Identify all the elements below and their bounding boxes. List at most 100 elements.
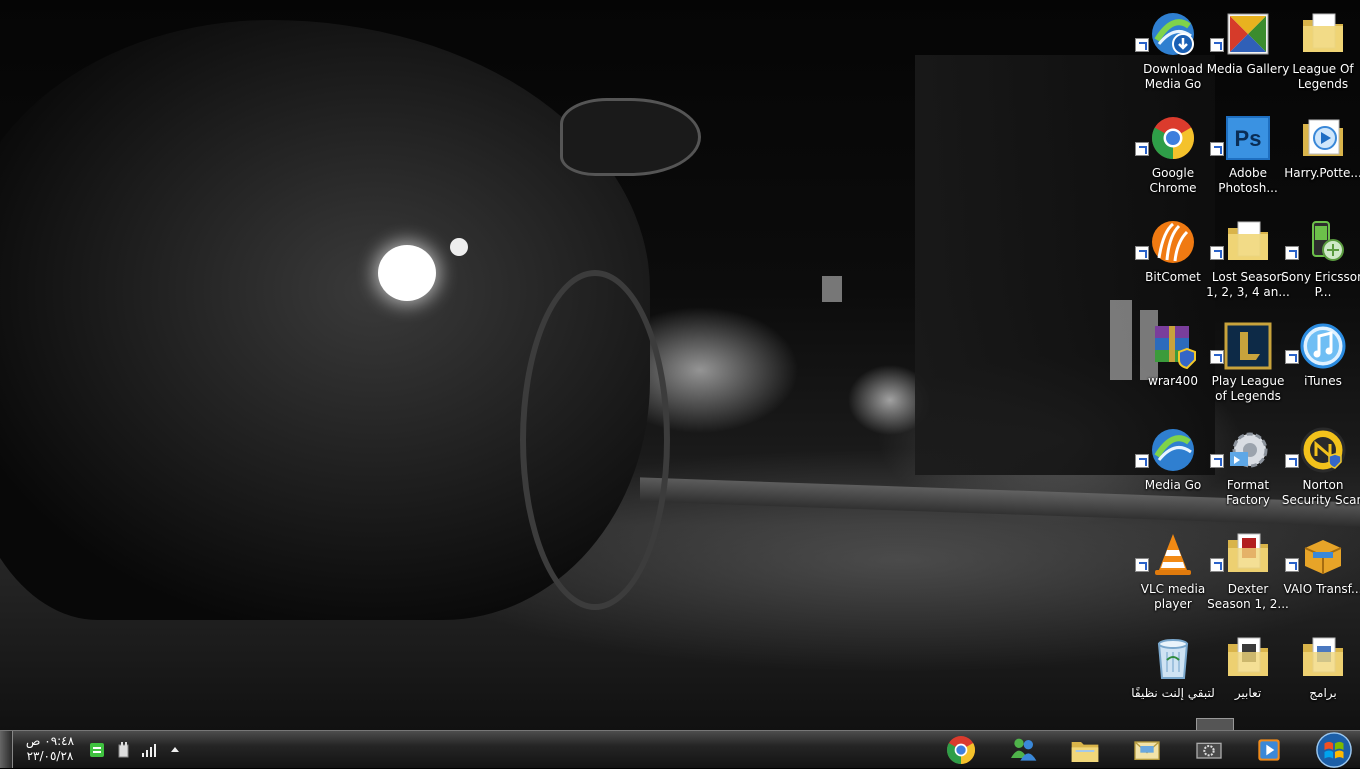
desktop-icon-label: VAIO Transf... [1283,582,1360,596]
messenger-taskbar-button[interactable] [995,731,1051,768]
desktop-icon-google-chrome[interactable]: Google Chrome [1135,110,1211,210]
desktop-icon-label: wrar400 [1148,374,1198,388]
shortcut-arrow-icon [1135,558,1149,572]
mail-taskbar-button[interactable] [1119,731,1175,768]
desktop-icon-label: Adobe Photosh... [1218,166,1278,195]
windows-start-orb-icon [1316,732,1352,768]
chrome-icon [946,735,976,764]
desktop-icon-label: Dexter Season 1, 2... [1207,582,1289,611]
desktop-icon-label: Media Gallery [1206,62,1290,76]
desktop-icon-recycle-bin[interactable]: لتبقي إلنت نظيفًا [1131,630,1215,730]
desktop-icon-play-league-of-legends[interactable]: Play League of Legends [1210,318,1286,418]
bitcomet-icon [1149,218,1197,266]
sony-ericsson-pc-suite-icon [1299,218,1347,266]
shortcut-arrow-icon [1210,350,1224,364]
system-tray [88,739,184,761]
shortcut-arrow-icon [1285,246,1299,260]
show-desktop-button[interactable] [0,731,13,768]
desktop-icon-label: برامج [1309,686,1337,700]
network-signal-icon[interactable] [140,741,158,759]
shortcut-arrow-icon [1135,246,1149,260]
windows-live-messenger-icon [1011,738,1037,761]
wallpaper-window [1110,300,1132,380]
media-player-taskbar-button[interactable] [1241,731,1297,768]
desktop-icon-harry-potter[interactable]: Harry.Potte... [1284,110,1360,210]
media-go-download-icon [1149,10,1197,58]
desktop-icon-folder-arabic-2[interactable]: برامج [1285,630,1360,730]
power-plug-icon[interactable] [114,741,132,759]
svg-text:Ps: Ps [1235,126,1262,151]
folder-icon [1224,530,1272,578]
desktop-icon-label: Play League of Legends [1211,374,1285,403]
wallpaper-car-headlight-small [450,238,468,256]
device-settings-icon [1196,742,1222,759]
desktop-icon-label: BitComet [1145,270,1201,284]
media-player-icon [1258,738,1280,761]
desktop-icon-label: Norton Security Scan [1281,478,1360,507]
shortcut-arrow-icon [1210,454,1224,468]
clock-time: ٠٩:٤٨ ص [25,734,75,748]
itunes-icon [1299,322,1347,370]
folder-icon [1224,218,1272,266]
desktop-icon-wrar400[interactable]: wrar400 [1135,318,1211,418]
desktop-icon-media-go[interactable]: Media Go [1135,422,1211,522]
chrome-taskbar-button[interactable] [933,731,989,768]
vlc-icon [1149,530,1197,578]
shortcut-arrow-icon [1135,142,1149,156]
folder-icon [1299,634,1347,682]
desktop-icon-label: League Of Legends [1292,62,1354,91]
chevron-up-icon[interactable] [166,741,184,759]
desktop-icon-dexter-season[interactable]: Dexter Season 1, 2... [1207,526,1289,626]
desktop-icon-folder-arabic-1[interactable]: تعابير [1210,630,1286,730]
desktop-icon-bitcomet[interactable]: BitComet [1135,214,1211,314]
desktop-icon-format-factory[interactable]: Format Factory [1210,422,1286,522]
winrar-installer-icon [1149,322,1197,370]
desktop-icon-download-media-go[interactable]: Download Media Go [1135,6,1211,106]
shortcut-arrow-icon [1285,454,1299,468]
folder-icon [1224,634,1272,682]
shortcut-arrow-icon [1210,558,1224,572]
desktop-icon-lost-season[interactable]: Lost Season 1, 2, 3, 4 an... [1206,214,1290,314]
shortcut-arrow-icon [1285,558,1299,572]
taskbar-clock[interactable]: ٠٩:٤٨ ص ٢٣/٠٥/٢٨ [20,734,80,764]
desktop-icon-sony-ericsson[interactable]: Sony Ericsson P... [1281,214,1360,314]
format-factory-icon [1224,426,1272,474]
video-file-icon [1299,114,1347,162]
wallpaper-car-mirror [560,98,701,176]
device-taskbar-button[interactable] [1181,731,1237,768]
taskbar: ٠٩:٤٨ ص ٢٣/٠٥/٢٨ [0,730,1360,768]
desktop-icon-label: Sony Ericsson P... [1281,270,1360,299]
desktop-icon-league-of-legends-folder[interactable]: League Of Legends [1285,6,1360,106]
media-go-icon [1149,426,1197,474]
desktop-icon-label: Format Factory [1226,478,1270,507]
green-app-icon[interactable] [88,741,106,759]
mail-icon [1134,740,1160,760]
norton-icon [1299,426,1347,474]
desktop-icon-media-gallery[interactable]: Media Gallery [1207,6,1289,106]
recycle-bin-icon [1149,634,1197,682]
desktop-icon-label: لتبقي إلنت نظيفًا [1131,686,1215,700]
desktop-icon-label: تعابير [1234,686,1262,700]
folder-icon [1071,741,1099,762]
desktop-icon-norton-security-scan[interactable]: Norton Security Scan [1282,422,1360,522]
shortcut-arrow-icon [1210,142,1224,156]
media-gallery-icon [1224,10,1272,58]
desktop-icon-vlc-media-player[interactable]: VLC media player [1135,526,1211,626]
desktop-icon-adobe-photoshop[interactable]: Ps Adobe Photosh... [1210,110,1286,210]
wallpaper-car-wheel [520,270,670,610]
photoshop-icon: Ps [1224,114,1272,162]
chrome-icon [1149,114,1197,162]
wallpaper-car-headlight [378,245,436,301]
explorer-taskbar-button[interactable] [1057,731,1113,768]
vaio-transfer-icon [1299,530,1347,578]
shortcut-arrow-icon [1285,350,1299,364]
clock-date: ٢٣/٠٥/٢٨ [26,749,74,763]
desktop-icon-label: iTunes [1304,374,1342,388]
start-button[interactable] [1310,732,1358,768]
shortcut-arrow-icon [1135,38,1149,52]
shortcut-arrow-icon [1210,246,1224,260]
desktop-icon-vaio-transfer[interactable]: VAIO Transf... [1284,526,1360,626]
desktop-icon-itunes[interactable]: iTunes [1285,318,1360,418]
wallpaper-lamp [822,276,842,302]
desktop-icon-label: Lost Season 1, 2, 3, 4 an... [1206,270,1290,299]
